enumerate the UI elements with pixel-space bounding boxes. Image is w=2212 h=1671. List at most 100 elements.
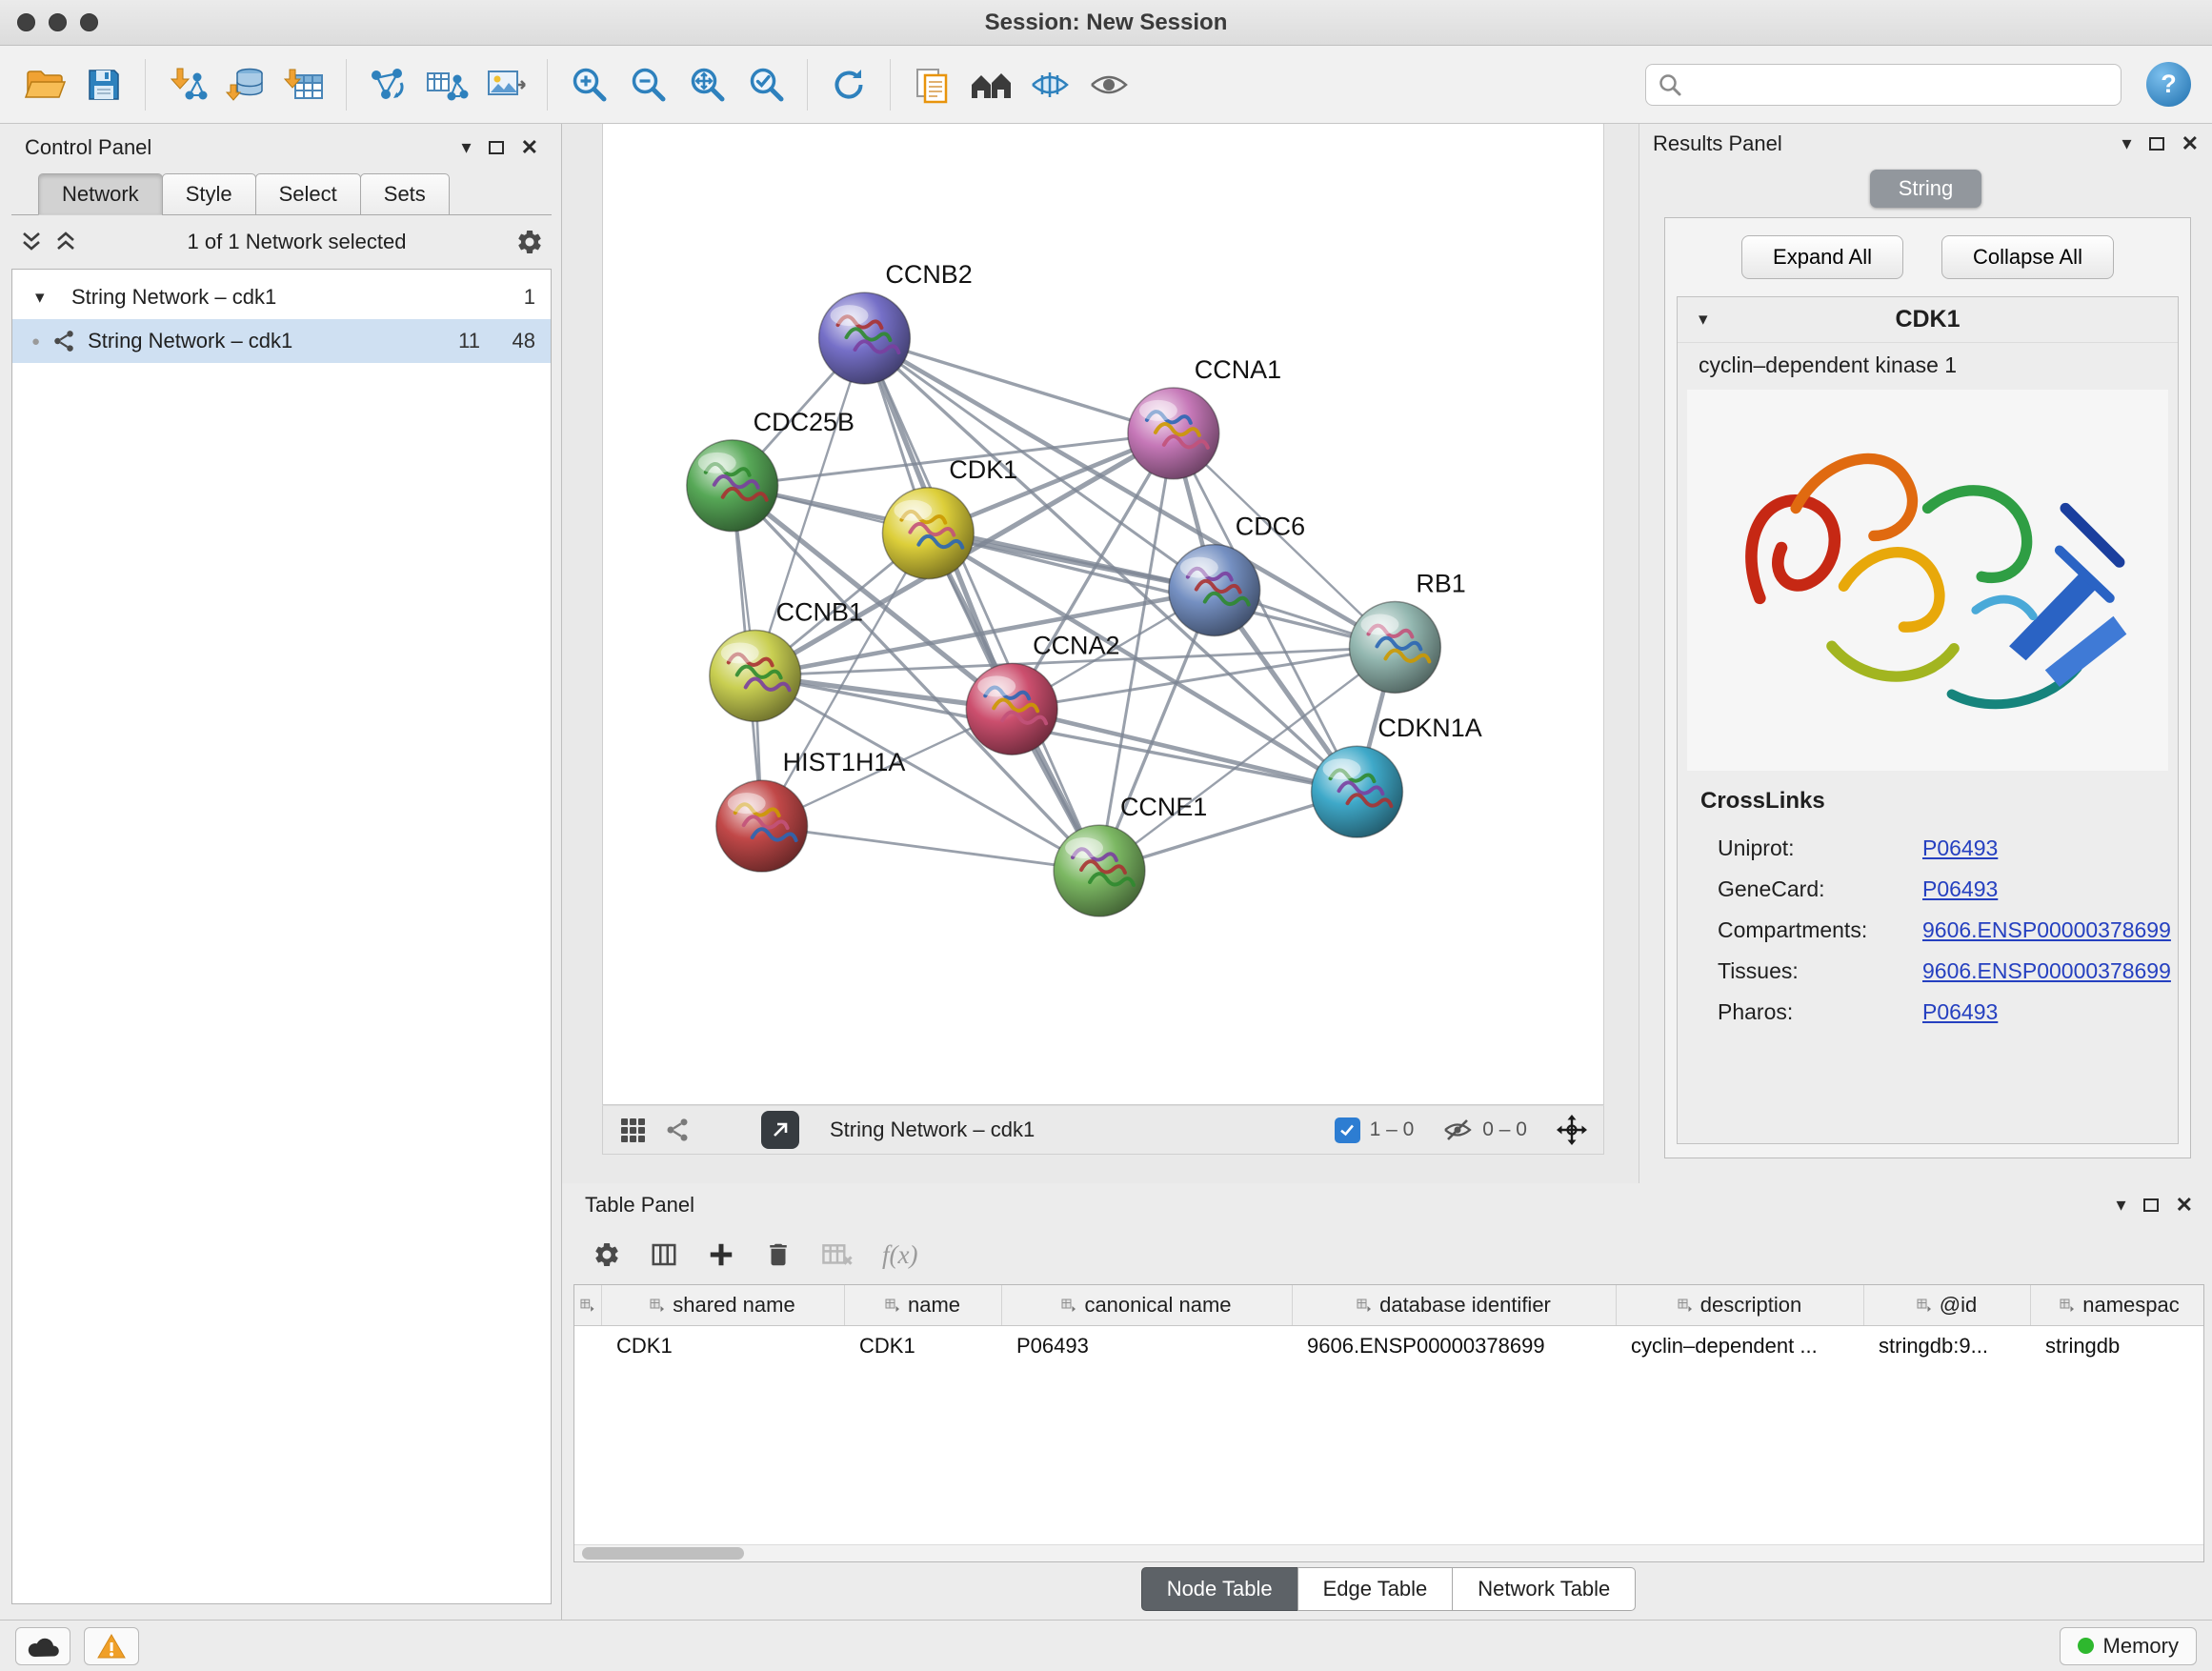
crosslink-link[interactable]: 9606.ENSP00000378699: [1922, 917, 2171, 943]
network-node-cdk1[interactable]: [882, 488, 974, 579]
show-elements-button[interactable]: [1081, 56, 1136, 113]
panel-menu-icon[interactable]: ▾: [462, 138, 472, 157]
crosslink-link[interactable]: P06493: [1922, 876, 1998, 902]
table-row[interactable]: CDK1CDK1P064939606.ENSP00000378699cyclin…: [574, 1325, 2204, 1367]
table-cell[interactable]: P06493: [1001, 1325, 1292, 1367]
annotation-button[interactable]: [904, 56, 959, 113]
delete-table-icon[interactable]: [821, 1240, 854, 1269]
table-options-gear-icon[interactable]: [593, 1240, 621, 1269]
expand-all-button[interactable]: Expand All: [1741, 235, 1903, 279]
network-edge[interactable]: [762, 826, 1099, 871]
crosslink-link[interactable]: 9606.ENSP00000378699: [1922, 958, 2171, 984]
export-image-button[interactable]: [478, 56, 533, 113]
tab-node-table[interactable]: Node Table: [1141, 1567, 1298, 1611]
crosslink-link[interactable]: P06493: [1922, 999, 1998, 1025]
network-from-selection-button[interactable]: [360, 56, 415, 113]
tab-network[interactable]: Network: [38, 173, 163, 215]
network-collection-row[interactable]: ▾ String Network – cdk1 1: [12, 275, 551, 319]
save-session-button[interactable]: [76, 56, 131, 113]
search-input[interactable]: [1645, 64, 2122, 106]
table-cell[interactable]: stringdb:9...: [1863, 1325, 2030, 1367]
table-cell[interactable]: stringdb: [2030, 1325, 2204, 1367]
panel-float-icon[interactable]: [2149, 137, 2164, 151]
grid-view-icon[interactable]: [618, 1116, 647, 1144]
import-table-button[interactable]: [277, 56, 332, 113]
zoom-fit-button[interactable]: [679, 56, 734, 113]
import-network-file-button[interactable]: [159, 56, 214, 113]
tab-edge-table[interactable]: Edge Table: [1297, 1567, 1454, 1611]
disclosure-icon[interactable]: ▾: [35, 287, 60, 309]
scrollbar-thumb[interactable]: [582, 1547, 744, 1560]
panel-float-icon[interactable]: [489, 141, 504, 154]
panel-menu-icon[interactable]: ▾: [2122, 134, 2132, 153]
zoom-window-icon[interactable]: [80, 13, 98, 31]
network-edge[interactable]: [864, 338, 1173, 433]
function-builder-icon[interactable]: f(x): [882, 1240, 917, 1270]
minimize-window-icon[interactable]: [49, 13, 67, 31]
network-row[interactable]: ● String Network – cdk1 11 48: [12, 319, 551, 363]
network-node-cdkn1a[interactable]: [1312, 746, 1403, 837]
fit-content-crosshair-icon[interactable]: [1556, 1114, 1588, 1146]
column-header[interactable]: database identifier: [1292, 1285, 1616, 1325]
open-session-button[interactable]: [17, 56, 72, 113]
birdseye-button[interactable]: [963, 56, 1018, 113]
network-from-table-button[interactable]: [419, 56, 474, 113]
crosslink-link[interactable]: P06493: [1922, 836, 1998, 861]
zoom-out-button[interactable]: [620, 56, 675, 113]
panel-close-icon[interactable]: ✕: [521, 137, 538, 158]
network-overview-icon[interactable]: [664, 1117, 691, 1143]
panel-float-icon[interactable]: [2143, 1198, 2159, 1212]
tab-network-table[interactable]: Network Table: [1452, 1567, 1636, 1611]
tab-string[interactable]: String: [1870, 170, 1981, 208]
panel-close-icon[interactable]: ✕: [2182, 133, 2199, 154]
selected-indicator-icon[interactable]: [1335, 1117, 1360, 1143]
zoom-in-button[interactable]: [561, 56, 616, 113]
table-cell[interactable]: cyclin–dependent ...: [1616, 1325, 1863, 1367]
warnings-button[interactable]: [84, 1627, 139, 1665]
network-node-hist1h1a[interactable]: [716, 780, 808, 872]
cloud-status-button[interactable]: [15, 1627, 70, 1665]
network-canvas[interactable]: CCNB2CCNA1CDC25BCDK1CDC6RB1CCNB1CCNA2CDK…: [602, 124, 1604, 1105]
column-header[interactable]: shared name: [601, 1285, 844, 1325]
tab-select[interactable]: Select: [255, 173, 361, 215]
panel-menu-icon[interactable]: ▾: [2117, 1196, 2126, 1215]
collapse-all-button[interactable]: Collapse All: [1941, 235, 2114, 279]
zoom-selected-button[interactable]: [738, 56, 794, 113]
network-node-ccne1[interactable]: [1054, 825, 1145, 916]
table-cell[interactable]: CDK1: [844, 1325, 1001, 1367]
hidden-indicator-icon[interactable]: [1442, 1117, 1473, 1143]
protein-section-header[interactable]: ▾ CDK1: [1678, 297, 2178, 343]
network-options-gear-icon[interactable]: [515, 228, 544, 256]
close-window-icon[interactable]: [17, 13, 35, 31]
network-edge[interactable]: [864, 338, 1099, 871]
show-columns-icon[interactable]: [650, 1240, 678, 1269]
memory-button[interactable]: Memory: [2060, 1627, 2197, 1665]
hide-elements-button[interactable]: [1022, 56, 1077, 113]
column-header[interactable]: description: [1616, 1285, 1863, 1325]
create-column-icon[interactable]: [707, 1240, 735, 1269]
collapse-all-networks-icon[interactable]: [19, 231, 44, 253]
expand-all-networks-icon[interactable]: [53, 231, 78, 253]
network-node-ccnb2[interactable]: [819, 292, 911, 384]
detach-view-button[interactable]: [761, 1111, 799, 1149]
table-cell[interactable]: CDK1: [601, 1325, 844, 1367]
network-node-ccna1[interactable]: [1128, 388, 1219, 479]
table-cell[interactable]: 9606.ENSP00000378699: [1292, 1325, 1616, 1367]
column-header[interactable]: namespac: [2030, 1285, 2204, 1325]
panel-close-icon[interactable]: ✕: [2176, 1195, 2193, 1216]
column-header[interactable]: name: [844, 1285, 1001, 1325]
help-button[interactable]: ?: [2146, 62, 2191, 107]
network-node-ccnb1[interactable]: [710, 630, 801, 721]
import-network-database-button[interactable]: [218, 56, 273, 113]
column-header[interactable]: @id: [1863, 1285, 2030, 1325]
tab-style[interactable]: Style: [162, 173, 256, 215]
tab-sets[interactable]: Sets: [360, 173, 450, 215]
network-node-rb1[interactable]: [1350, 602, 1441, 694]
search-box[interactable]: [1645, 64, 2122, 106]
column-header[interactable]: canonical name: [1001, 1285, 1292, 1325]
network-node-ccna2[interactable]: [966, 663, 1057, 755]
delete-column-icon[interactable]: [764, 1240, 793, 1269]
horizontal-scrollbar[interactable]: [574, 1544, 2203, 1561]
network-node-cdc25b[interactable]: [687, 440, 778, 532]
collapse-section-icon[interactable]: ▾: [1699, 309, 1708, 331]
